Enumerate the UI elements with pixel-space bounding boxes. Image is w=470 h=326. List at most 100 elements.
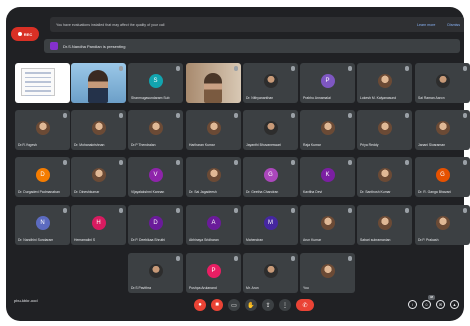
mic-muted-icon (234, 256, 238, 261)
participant-tile[interactable]: Dr. Sai Jagadeesh (186, 157, 241, 197)
mic-muted-icon (348, 113, 352, 118)
participant-name: Vijayalakshmi Kannan (131, 190, 165, 194)
avatar: S (148, 74, 163, 88)
mic-muted-icon (348, 66, 352, 71)
dismiss-button[interactable]: Dismiss (447, 23, 460, 27)
participant-tile[interactable]: Priya Reddy (357, 110, 412, 150)
participant-tile[interactable]: N Dr. Nandhini Sundaram (15, 205, 70, 245)
participant-tile[interactable]: Lokesh M. Kalyanasund (357, 63, 412, 103)
participant-tile[interactable]: Dr. Santhosh Kumar (357, 157, 412, 197)
participant-name: Dr. R. Ganga Bhavani (418, 190, 451, 194)
participant-tile[interactable]: Dr. Nithyananthan (243, 63, 298, 103)
participant-tile[interactable]: G Dr. Geetha Chandran (243, 157, 298, 197)
people-button[interactable]: ☺ (422, 300, 431, 309)
participant-tile[interactable]: Jayanthi Bhuvaneswari (243, 110, 298, 150)
leave-call-button[interactable]: ✆ (296, 299, 314, 311)
mic-off-button[interactable]: ● (194, 299, 206, 311)
participant-tile[interactable]: Dr. Mohanakrishnan (71, 110, 126, 150)
avatar (377, 74, 392, 88)
participant-video (88, 70, 108, 103)
mic-muted-icon (291, 113, 295, 118)
participant-tile[interactable]: A Abhinaya Sridharan (186, 205, 241, 245)
participant-name: Hemamalini S (74, 238, 96, 242)
participant-tile[interactable]: Dr. Dineshkumar (71, 157, 126, 197)
activities-button[interactable]: ▲ (450, 300, 459, 309)
avatar (263, 121, 278, 135)
participant-tile[interactable]: P Pushpa Arulanand (186, 253, 241, 293)
mic-muted-icon (291, 256, 295, 261)
avatar (148, 264, 163, 278)
avatar (206, 168, 221, 182)
mic-muted-icon (348, 208, 352, 213)
meeting-details-button[interactable]: i (408, 300, 417, 309)
participant-tile[interactable]: Sai Raman Aaron (415, 63, 470, 103)
participant-tile[interactable]: S Shanmugasundaram Sub (128, 63, 183, 103)
participant-name: Dr. Durgadevi Padmanaban (18, 190, 60, 194)
avatar (91, 168, 106, 182)
participant-name: Hariharan Kumar (189, 143, 215, 147)
participant-name: You (303, 286, 309, 290)
participant-tile[interactable]: D Dr. Durgadevi Padmanaban (15, 157, 70, 197)
mic-muted-icon (463, 113, 467, 118)
participant-tile[interactable]: M Mahendran (243, 205, 298, 245)
avatar: P (206, 264, 221, 278)
mic-muted-icon (119, 113, 123, 118)
participant-tile[interactable]: H Hemamalini S (71, 205, 126, 245)
participant-name: Jayanthi Bhuvaneswari (246, 143, 281, 147)
participant-tile[interactable] (15, 63, 70, 103)
recording-label: REC (23, 31, 33, 37)
participant-tile[interactable] (71, 63, 126, 103)
avatar: P (320, 74, 335, 88)
avatar (35, 121, 50, 135)
record-dot-icon (17, 32, 22, 36)
participant-tile[interactable]: P Prabhu Annamalai (300, 63, 355, 103)
participant-tile[interactable]: Dr.P. Prakash (415, 205, 470, 245)
participant-tile[interactable]: Dr.P Thendralan (128, 110, 183, 150)
raise-hand-button[interactable]: ✋ (245, 299, 257, 311)
participant-name: Dr.S Pavithra (131, 286, 151, 290)
learn-more-link[interactable]: Learn more (417, 23, 435, 27)
mic-muted-icon (405, 66, 409, 71)
more-options-button[interactable]: ⋮ (279, 299, 291, 311)
present-now-button[interactable]: ⇪ (262, 299, 274, 311)
mic-muted-icon (176, 66, 180, 71)
mic-muted-icon (463, 160, 467, 165)
chat-button[interactable]: ✉ (436, 300, 445, 309)
participant-name: Mahendran (246, 238, 264, 242)
participant-tile[interactable]: Dr.R.Yogesh (15, 110, 70, 150)
participant-tile[interactable]: Hariharan Kumar (186, 110, 241, 150)
participant-tile[interactable]: V Vijayalakshmi Kannan (128, 157, 183, 197)
participant-name: Dr. Nandhini Sundaram (18, 238, 54, 242)
captions-button[interactable]: ▭ (228, 299, 240, 311)
participant-tile[interactable] (186, 63, 241, 103)
participant-tile[interactable]: Arun Kumar (300, 205, 355, 245)
avatar: G (263, 168, 278, 182)
mic-muted-icon (119, 66, 123, 71)
avatar (320, 216, 335, 230)
mic-muted-icon (348, 256, 352, 261)
avatar: K (320, 168, 335, 182)
participant-tile[interactable]: Janani Sivaraman (415, 110, 470, 150)
avatar (206, 121, 221, 135)
participant-tile[interactable]: K Kavitha Devi (300, 157, 355, 197)
mic-muted-icon (291, 160, 295, 165)
mic-muted-icon (176, 208, 180, 213)
participant-tile[interactable]: You (300, 253, 355, 293)
camera-off-button[interactable]: ■ (211, 299, 223, 311)
participant-tile[interactable]: Dr.S Pavithra (128, 253, 183, 293)
participant-tile[interactable]: Raja Kumar (300, 110, 355, 150)
participant-name: Dr. Sai Jagadeesh (189, 190, 217, 194)
participant-tile[interactable]: D Dr.P. Deebikaa Shruthi (128, 205, 183, 245)
participant-name: Kavitha Devi (303, 190, 323, 194)
participant-name: Janani Sivaraman (418, 143, 446, 147)
avatar (377, 216, 392, 230)
mic-muted-icon (405, 208, 409, 213)
participant-tile[interactable]: G Dr. R. Ganga Bhavani (415, 157, 470, 197)
participant-tile[interactable]: Mr. Arun (243, 253, 298, 293)
participant-name: Pushpa Arulanand (189, 286, 217, 290)
presenting-text: Dr.S.Nandha Pandian is presenting (63, 43, 126, 49)
participant-tile[interactable]: Sabari subramanian (357, 205, 412, 245)
avatar (435, 121, 450, 135)
mic-muted-icon (234, 208, 238, 213)
mic-muted-icon (234, 66, 238, 71)
